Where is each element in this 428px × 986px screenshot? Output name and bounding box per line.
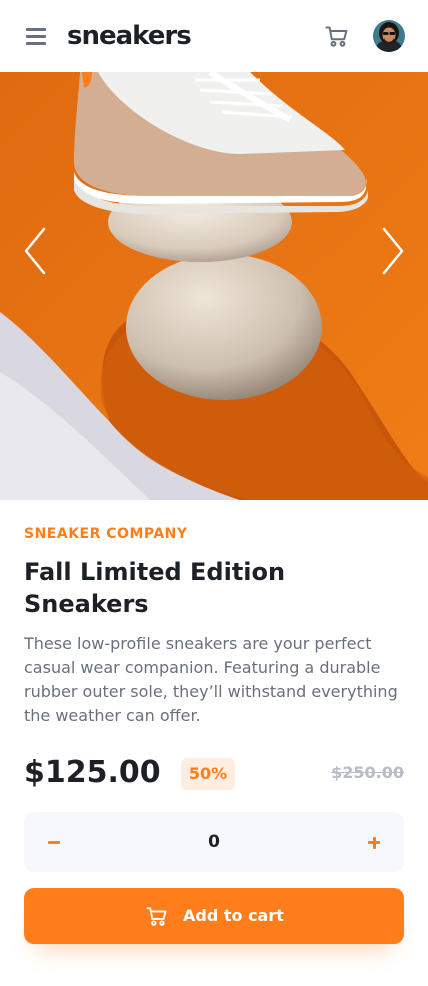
next-image-button[interactable] xyxy=(378,227,406,275)
menu-button[interactable] xyxy=(24,24,48,48)
top-bar: sneakers xyxy=(0,0,428,72)
add-to-cart-label: Add to cart xyxy=(183,906,284,925)
user-avatar[interactable] xyxy=(373,20,405,52)
hamburger-menu-icon-line xyxy=(26,42,46,45)
avatar-image xyxy=(373,20,405,52)
hamburger-menu-icon xyxy=(26,28,46,31)
current-price: $125.00 xyxy=(24,755,161,790)
cart-icon xyxy=(325,26,348,47)
cart-button[interactable] xyxy=(325,24,349,48)
quantity-value: 0 xyxy=(208,832,220,852)
original-price: $250.00 xyxy=(331,763,404,782)
previous-image-button[interactable] xyxy=(22,227,50,275)
product-title: Fall Limited Edition Sneakers xyxy=(24,558,286,618)
cart-icon xyxy=(146,907,167,926)
product-image-gallery xyxy=(0,72,428,500)
discount-badge: 50% xyxy=(181,758,235,790)
chevron-left-icon xyxy=(24,227,46,275)
chevron-right-icon xyxy=(382,227,404,275)
company-name: SNEAKER COMPANY xyxy=(24,526,188,542)
decrease-quantity-button[interactable] xyxy=(42,826,66,858)
quantity-stepper: 0 xyxy=(24,812,404,872)
add-to-cart-button[interactable]: Add to cart xyxy=(24,888,404,944)
plus-icon-vertical xyxy=(372,836,376,849)
increase-quantity-button[interactable] xyxy=(362,826,386,858)
hamburger-menu-icon-line xyxy=(26,35,46,38)
minus-icon xyxy=(48,841,60,844)
brand-logo[interactable]: sneakers xyxy=(67,17,192,55)
product-photo xyxy=(0,72,428,500)
product-description: These low-profile sneakers are your perf… xyxy=(24,634,398,725)
